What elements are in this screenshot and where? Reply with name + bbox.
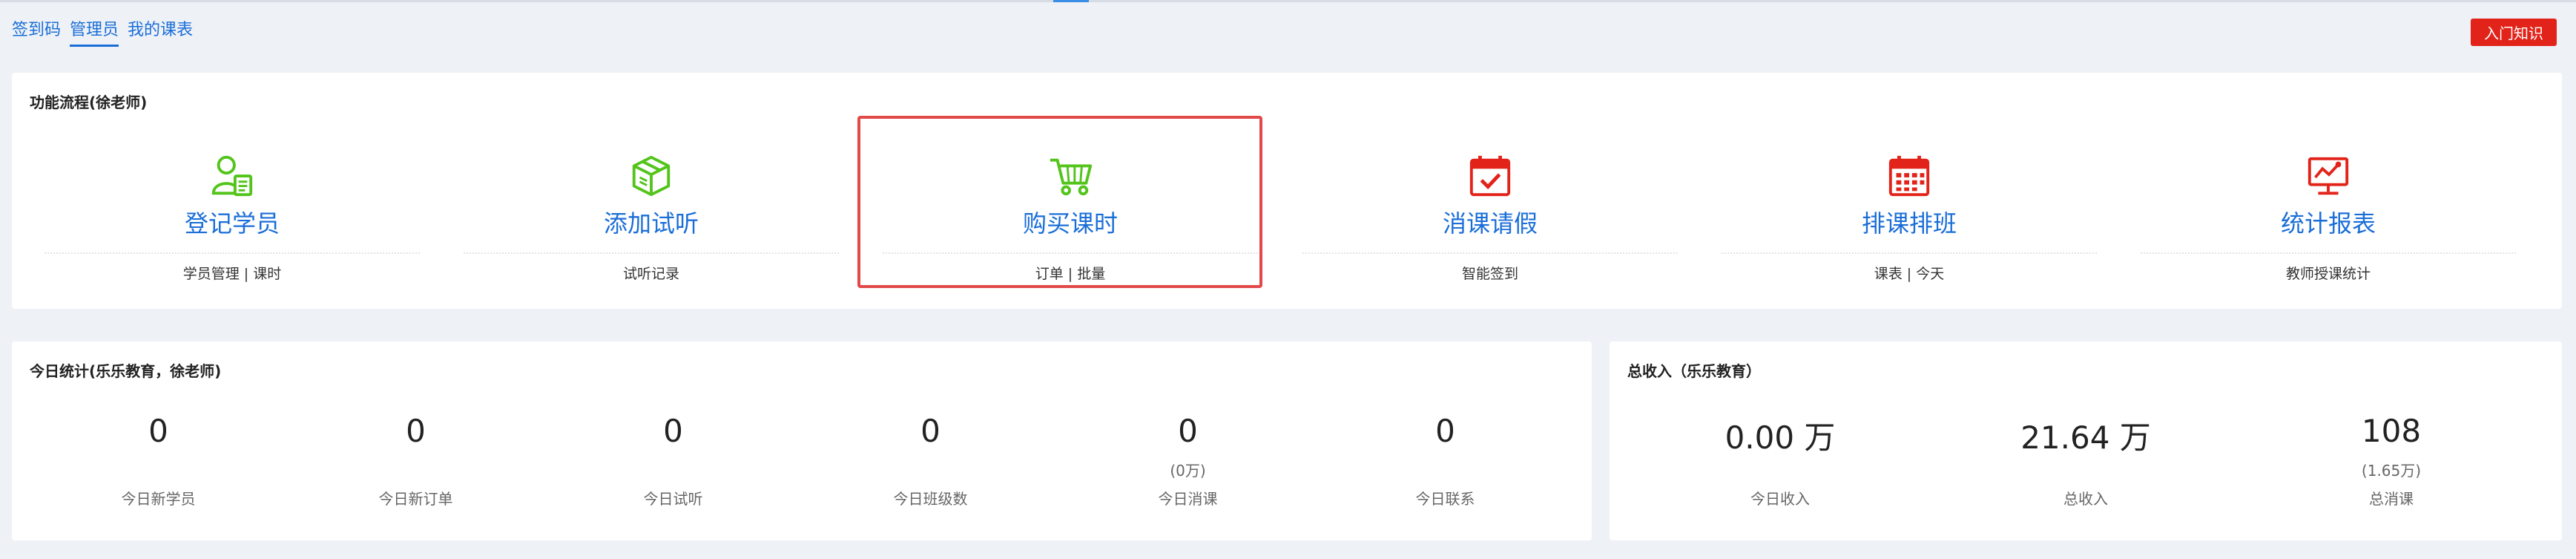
stat-value: 0: [1178, 413, 1198, 449]
flow-label-reports[interactable]: 统计报表: [2126, 205, 2531, 239]
stat-value: 0: [1435, 413, 1455, 449]
stat-total-income[interactable]: 21.64 万 总收入: [1933, 341, 2239, 540]
tab-my-schedule[interactable]: 我的课表: [128, 16, 193, 47]
flow-label-schedule[interactable]: 排课排班: [1707, 205, 2112, 239]
stat-sub: (1.65万): [2361, 462, 2422, 480]
intro-knowledge-button[interactable]: 入门知识: [2471, 19, 2557, 46]
flow-item-add-trial[interactable]: 添加试听 试听记录: [449, 73, 854, 309]
flow-label-consume-leave[interactable]: 消课请假: [1288, 205, 1693, 239]
box-icon: [632, 155, 671, 197]
stat-label: 今日新学员: [121, 490, 196, 508]
stat-value: 21.64 万: [2020, 419, 2151, 456]
stat-label: 总消课: [2369, 490, 2414, 508]
stat-trials[interactable]: 0 今日试听: [544, 341, 802, 540]
top-progress-accent: [1053, 0, 1089, 2]
top-nav-tabs: 签到码 管理员 我的课表: [12, 16, 193, 47]
stat-value: 0: [663, 413, 683, 449]
flow-label-add-trial[interactable]: 添加试听: [449, 205, 854, 239]
tab-admin[interactable]: 管理员: [70, 16, 119, 47]
flow-divider: [45, 252, 420, 254]
stat-label: 今日收入: [1750, 490, 1810, 508]
stat-sub: (0万): [1170, 462, 1206, 480]
stat-contacts[interactable]: 0 今日联系: [1317, 341, 1574, 540]
flow-sub-consume-leave[interactable]: 智能签到: [1288, 263, 1693, 283]
calendar-check-icon: [1469, 155, 1511, 197]
flow-label-register-student[interactable]: 登记学员: [30, 205, 435, 239]
flow-item-schedule[interactable]: 排课排班 课表 | 今天: [1707, 73, 2112, 309]
flow-item-register-student[interactable]: 登记学员 学员管理 | 课时: [30, 73, 435, 309]
today-stats-card: 今日统计(乐乐教育，徐老师) 0 今日新学员 0 今日新订单 0 今日试听 0 …: [12, 341, 1592, 540]
chart-monitor-icon: [2307, 157, 2349, 195]
flow-label-buy-lessons[interactable]: 购买课时: [868, 205, 1273, 239]
stat-value: 0: [148, 413, 168, 449]
flow-sub-buy-lessons[interactable]: 订单 | 批量: [868, 263, 1273, 283]
stat-label: 今日新订单: [378, 490, 453, 508]
top-progress-line: [0, 0, 2576, 2]
user-register-icon: [211, 155, 253, 197]
stat-new-students[interactable]: 0 今日新学员: [30, 341, 287, 540]
stat-new-orders[interactable]: 0 今日新订单: [287, 341, 544, 540]
stat-label: 今日试听: [643, 490, 703, 508]
flow-divider: [1722, 252, 2097, 254]
stat-label: 今日联系: [1415, 490, 1475, 508]
stat-value: 0: [406, 413, 426, 449]
flow-divider: [464, 252, 839, 254]
stat-value: 108: [2361, 413, 2422, 449]
flow-item-consume-leave[interactable]: 消课请假 智能签到: [1288, 73, 1693, 309]
stat-value: 0: [920, 413, 941, 449]
stat-total-consumed[interactable]: 108 (1.65万) 总消课: [2239, 341, 2544, 540]
tab-checkin-code[interactable]: 签到码: [12, 16, 61, 47]
stat-label: 今日班级数: [893, 490, 968, 508]
stat-label: 今日消课: [1158, 490, 1218, 508]
flow-sub-reports[interactable]: 教师授课统计: [2126, 263, 2531, 283]
flow-divider: [883, 252, 1258, 254]
flow-item-buy-lessons[interactable]: 购买课时 订单 | 批量: [857, 73, 1273, 309]
flow-sub-schedule[interactable]: 课表 | 今天: [1707, 263, 2112, 283]
income-card: 总收入（乐乐教育） 0.00 万 今日收入 21.64 万 总收入 108 (1…: [1610, 341, 2562, 540]
flow-item-reports[interactable]: 统计报表 教师授课统计: [2126, 73, 2531, 309]
stat-today-income[interactable]: 0.00 万 今日收入: [1627, 341, 1933, 540]
stat-value: 0.00 万: [1725, 419, 1836, 456]
stat-label: 总收入: [2063, 490, 2108, 508]
flow-divider: [2141, 252, 2516, 254]
function-flow-card: 功能流程(徐老师) 登记学员 学员管理 | 课时 添加试听 试听记录 购买课时 …: [12, 73, 2562, 309]
flow-sub-register-student[interactable]: 学员管理 | 课时: [30, 263, 435, 283]
shopping-cart-icon: [1050, 158, 1093, 196]
flow-sub-add-trial[interactable]: 试听记录: [449, 263, 854, 283]
stat-consumed-lessons[interactable]: 0 (0万) 今日消课: [1059, 341, 1317, 540]
stat-class-count[interactable]: 0 今日班级数: [802, 341, 1059, 540]
flow-divider: [1302, 252, 1678, 254]
calendar-grid-icon: [1888, 155, 1930, 197]
